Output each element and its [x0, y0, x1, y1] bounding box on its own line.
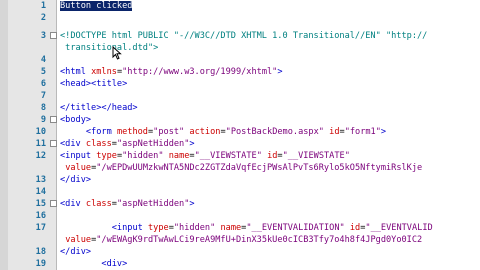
code-text[interactable]: </div> [60, 174, 480, 186]
fold-toggle-icon[interactable] [50, 32, 57, 39]
code-text[interactable]: Button clicked [60, 0, 480, 12]
code-line[interactable]: 8 </title></head> [0, 102, 480, 114]
code-text[interactable]: <body> [60, 114, 480, 126]
line-number: 6 [40, 79, 46, 89]
code-line[interactable]: 12 <input type="hidden" name="__VIEWSTATE… [0, 150, 480, 162]
code-text[interactable]: value="/wEWAgK9rdTwAwLCi9reA9MfU+DinX35k… [60, 234, 480, 246]
code-line[interactable]: 2 [0, 12, 480, 24]
code-line[interactable]: 7 [0, 90, 480, 102]
code-text[interactable]: <input type="hidden" name="__VIEWSTATE" … [60, 150, 480, 162]
code-text[interactable]: <div class="aspNetHidden"> [60, 138, 480, 150]
line-number: 3 [40, 31, 46, 41]
line-number: 15 [35, 199, 46, 209]
line-number: 5 [40, 67, 46, 77]
line-number: 12 [35, 151, 46, 161]
code-line[interactable]: transitional.dtd"> [0, 42, 480, 54]
code-text[interactable]: <div class="aspNetHidden"> [60, 198, 480, 210]
code-line[interactable]: 17 <input type="hidden" name="__EVENTVAL… [0, 222, 480, 234]
code-text[interactable]: <div> [60, 258, 480, 270]
line-number: 8 [40, 103, 46, 113]
code-line[interactable]: 10 <form method="post" action="PostBackD… [0, 126, 480, 138]
mouse-cursor-icon [112, 46, 122, 60]
code-line[interactable]: 9 <body> [0, 114, 480, 126]
line-number: 17 [35, 223, 46, 233]
line-number: 18 [35, 247, 46, 257]
fold-toggle-icon[interactable] [50, 200, 57, 207]
code-line[interactable]: 14 [0, 186, 480, 198]
code-line[interactable]: 6 <head><title> [0, 78, 480, 90]
code-text[interactable]: </div> [60, 246, 480, 258]
code-text[interactable]: <html xmlns="http://www.w3.org/1999/xhtm… [60, 66, 480, 78]
code-line[interactable]: 5 <html xmlns="http://www.w3.org/1999/xht… [0, 66, 480, 78]
code-line[interactable]: 3 <!DOCTYPE html PUBLIC "-//W3C//DTD XHTM… [0, 30, 480, 42]
code-text[interactable]: </title></head> [60, 102, 480, 114]
fold-toggle-icon[interactable] [50, 140, 57, 147]
fold-toggle-icon[interactable] [50, 116, 57, 123]
line-number: 2 [40, 13, 46, 23]
code-line[interactable]: value="/wEPDwUUMzkwNTA5NDc2ZGTZdaVqfEcjP… [0, 162, 480, 174]
code-line[interactable]: 1 Button clicked [0, 0, 480, 12]
code-line[interactable]: 11 <div class="aspNetHidden"> [0, 138, 480, 150]
code-line[interactable]: 15 <div class="aspNetHidden"> [0, 198, 480, 210]
code-text[interactable]: <head><title> [60, 78, 480, 90]
line-number: 7 [40, 91, 46, 101]
code-editor[interactable]: 1 Button clicked 2 3 <!DOCTYPE html PUBLIC "… [0, 0, 480, 270]
line-number: 19 [35, 259, 46, 269]
code-text[interactable]: transitional.dtd"> [60, 42, 480, 54]
code-line[interactable]: 19 <div> [0, 258, 480, 270]
line-number: 16 [35, 211, 46, 221]
code-line[interactable]: value="/wEWAgK9rdTwAwLCi9reA9MfU+DinX35k… [0, 234, 480, 246]
line-number: 1 [40, 1, 46, 11]
line-number: 10 [35, 127, 46, 137]
line-number: 4 [40, 55, 46, 65]
line-number: 11 [35, 139, 46, 149]
code-line[interactable]: 13 </div> [0, 174, 480, 186]
code-text[interactable]: value="/wEPDwUUMzkwNTA5NDc2ZGTZdaVqfEcjP… [60, 162, 480, 174]
line-number: 9 [40, 115, 46, 125]
code-text[interactable]: <!DOCTYPE html PUBLIC "-//W3C//DTD XHTML… [60, 30, 480, 42]
line-number: 14 [35, 187, 46, 197]
code-line[interactable]: 18 </div> [0, 246, 480, 258]
code-text[interactable]: <input type="hidden" name="__EVENTVALIDA… [60, 222, 480, 234]
code-line[interactable]: 4 [0, 54, 480, 66]
code-text[interactable]: <form method="post" action="PostBackDemo… [60, 126, 480, 138]
line-number: 13 [35, 175, 46, 185]
code-line[interactable]: 16 [0, 210, 480, 222]
